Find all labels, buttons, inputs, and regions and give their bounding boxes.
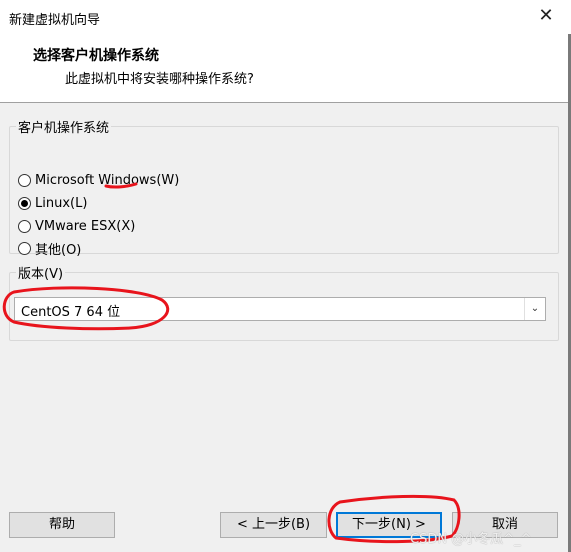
back-button[interactable]: < 上一步(B) (220, 512, 327, 538)
page-title: 选择客户机操作系统 (33, 48, 159, 64)
radio-linux-label: Linux(L) (35, 195, 88, 211)
close-icon[interactable]: ✕ (535, 4, 557, 28)
help-button[interactable]: 帮助 (9, 512, 115, 538)
radio-linux[interactable]: Linux(L) (18, 193, 87, 213)
title-bar: 新建虚拟机向导 ✕ (0, 0, 571, 34)
radio-vmware-esx[interactable]: VMware ESX(X) (18, 216, 135, 236)
version-legend: 版本(V) (18, 267, 64, 282)
radio-windows-label: Microsoft Windows(W) (35, 172, 180, 188)
radio-other-label: 其他(O) (35, 242, 82, 258)
guest-os-legend: 客户机操作系统 (18, 121, 110, 136)
guest-os-group: 客户机操作系统 Microsoft Windows(W) Linux(L) VM… (9, 117, 559, 258)
radio-linux-icon[interactable] (18, 196, 31, 210)
window-title: 新建虚拟机向导 (9, 13, 101, 28)
watermark: CSDN @小冬瓜^_^ (410, 532, 532, 547)
page-subtitle: 此虚拟机中将安装哪种操作系统? (65, 72, 254, 87)
wizard-header: 选择客户机操作系统 此虚拟机中将安装哪种操作系统? (0, 34, 571, 103)
radio-vmware-esx-icon[interactable] (18, 219, 31, 233)
radio-vmware-esx-label: VMware ESX(X) (35, 218, 136, 234)
chevron-down-icon[interactable]: ⌄ (524, 298, 545, 320)
radio-other-icon[interactable] (18, 241, 31, 255)
radio-windows[interactable]: Microsoft Windows(W) (18, 170, 179, 190)
version-select[interactable]: CentOS 7 64 位 ⌄ (14, 297, 546, 321)
version-select-value: CentOS 7 64 位 (21, 305, 121, 320)
radio-windows-icon[interactable] (18, 173, 31, 187)
radio-other[interactable]: 其他(O) (18, 238, 81, 258)
